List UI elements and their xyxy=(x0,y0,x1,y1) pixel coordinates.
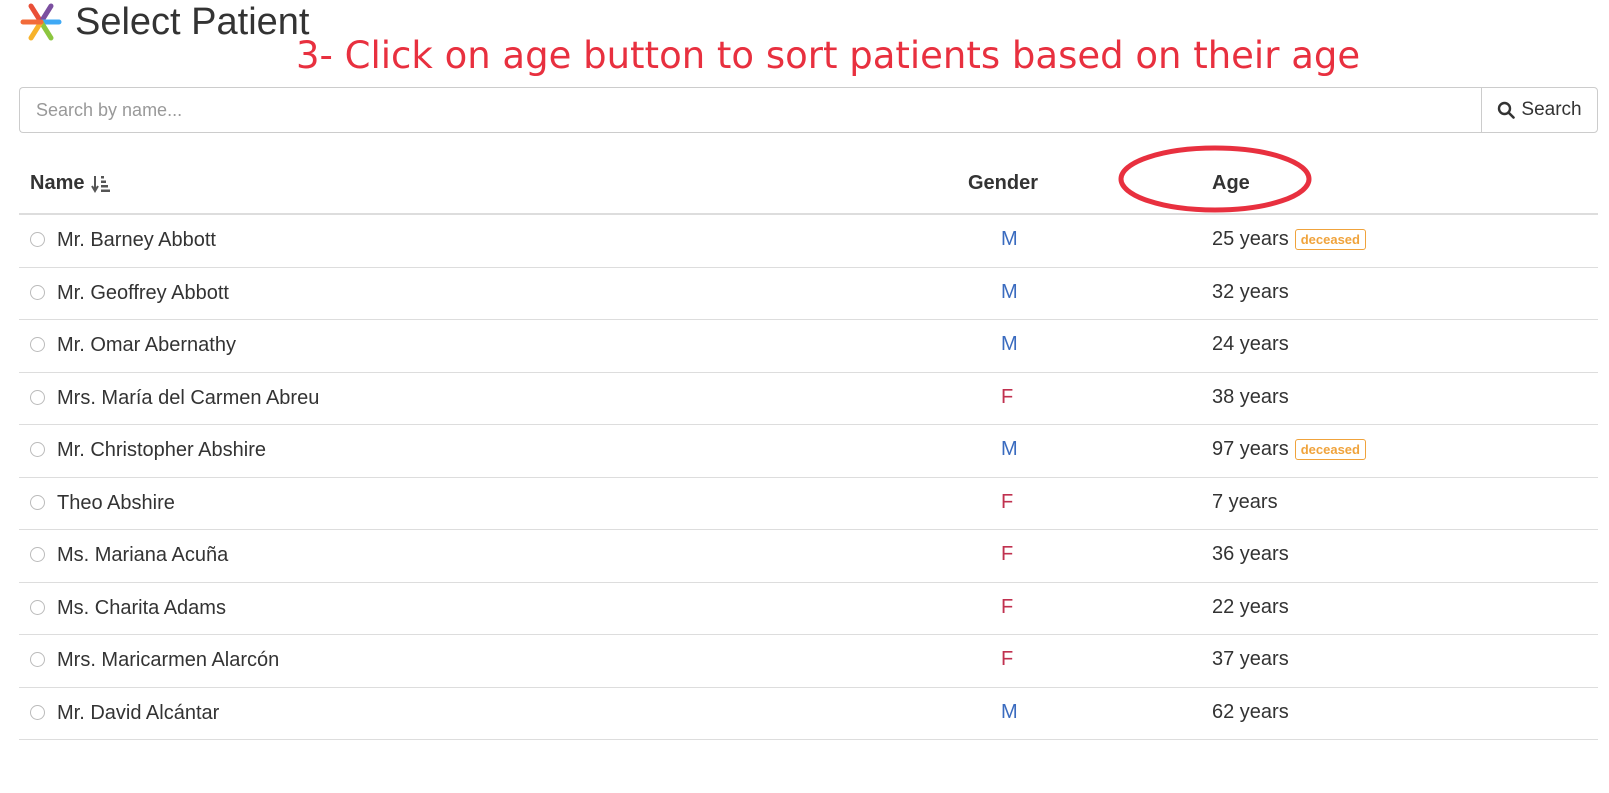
patient-gender: F xyxy=(1001,543,1014,565)
patient-name: Mrs. María del Carmen Abreu xyxy=(57,386,320,409)
patient-age: 38 years xyxy=(1212,386,1289,409)
patient-gender: F xyxy=(1001,648,1014,670)
table-row[interactable]: Theo Abshire F 7 years xyxy=(19,478,1598,530)
sort-ascending-icon xyxy=(91,175,111,193)
row-radio[interactable] xyxy=(30,494,45,510)
table-row[interactable]: Mrs. María del Carmen Abreu F 38 years xyxy=(19,373,1598,425)
star-logo-icon xyxy=(20,3,62,41)
column-header-age[interactable]: Age xyxy=(1212,172,1250,195)
patient-age-value: 97 years xyxy=(1212,438,1289,460)
table-row[interactable]: Mrs. Maricarmen Alarcón F 37 years xyxy=(19,635,1598,688)
row-radio[interactable] xyxy=(30,547,45,562)
patient-gender: F xyxy=(1001,385,1014,408)
table-row[interactable]: Ms. Mariana Acuña F 36 years xyxy=(19,530,1598,583)
table-row[interactable]: Mr. Omar Abernathy M 24 years xyxy=(19,320,1598,373)
patient-age-value: 7 years xyxy=(1212,490,1278,513)
column-header-gender[interactable]: Gender xyxy=(968,172,1038,195)
page-header: Select Patient xyxy=(19,2,309,42)
row-radio[interactable] xyxy=(30,337,45,352)
patient-gender: M xyxy=(1001,333,1018,355)
patient-name: Ms. Charita Adams xyxy=(57,596,226,619)
patient-name: Mr. Barney Abbott xyxy=(57,229,216,251)
row-radio[interactable] xyxy=(30,652,45,667)
deceased-badge: deceased xyxy=(1294,229,1366,250)
patient-age-value: 36 years xyxy=(1212,543,1289,565)
patient-gender: M xyxy=(1001,700,1018,723)
column-header-name-label: Name xyxy=(30,172,85,194)
search-button-label: Search xyxy=(1521,99,1582,120)
page-title: Select Patient xyxy=(75,1,310,43)
row-radio[interactable] xyxy=(30,599,45,615)
patient-gender: M xyxy=(1001,280,1018,303)
search-bar: Search xyxy=(19,87,1598,133)
row-radio[interactable] xyxy=(30,284,45,300)
patient-name: Mrs. Maricarmen Alarcón xyxy=(57,649,280,671)
patient-name: Theo Abshire xyxy=(57,491,175,514)
deceased-badge: deceased xyxy=(1294,439,1366,460)
patient-name: Mr. David Alcántar xyxy=(57,701,220,724)
patient-age: 37 years xyxy=(1212,648,1289,671)
patient-gender: M xyxy=(1001,438,1018,460)
row-radio[interactable] xyxy=(30,442,45,457)
patient-age-value: 22 years xyxy=(1212,595,1289,618)
patient-age: 7 years xyxy=(1212,491,1278,514)
search-input[interactable] xyxy=(19,87,1481,133)
patient-name: Ms. Mariana Acuña xyxy=(57,544,229,566)
search-button[interactable]: Search xyxy=(1481,87,1598,133)
patient-table: Name Gender Age Mr. Barney Abbott M 25 y… xyxy=(19,160,1598,740)
table-row[interactable]: Mr. Geoffrey Abbott M 32 years xyxy=(19,268,1598,320)
patient-age-value: 32 years xyxy=(1212,280,1289,303)
patient-age: 62 years xyxy=(1212,701,1289,724)
patient-age: 36 years xyxy=(1212,543,1289,566)
patient-name: Mr. Omar Abernathy xyxy=(57,334,236,356)
patient-age: 24 years xyxy=(1212,333,1289,356)
patient-age: 25 years deceased xyxy=(1212,228,1366,251)
patient-age-value: 37 years xyxy=(1212,648,1289,670)
table-row[interactable]: Mr. Christopher Abshire M 97 years deceas… xyxy=(19,425,1598,478)
column-header-name[interactable]: Name xyxy=(30,172,111,195)
patient-gender: F xyxy=(1001,595,1014,618)
table-row[interactable]: Mr. David Alcántar M 62 years xyxy=(19,688,1598,740)
table-row[interactable]: Ms. Charita Adams F 22 years xyxy=(19,583,1598,635)
instruction-annotation: 3- Click on age button to sort patients … xyxy=(296,34,1361,77)
patient-name: Mr. Geoffrey Abbott xyxy=(57,281,229,304)
table-row[interactable]: Mr. Barney Abbott M 25 years deceased xyxy=(19,215,1598,268)
table-header: Name Gender Age xyxy=(19,160,1598,215)
search-icon xyxy=(1498,101,1516,119)
patient-gender: F xyxy=(1001,490,1014,513)
patient-age-value: 25 years xyxy=(1212,228,1289,250)
row-radio[interactable] xyxy=(30,232,45,247)
patient-age-value: 38 years xyxy=(1212,385,1289,408)
patient-name: Mr. Christopher Abshire xyxy=(57,439,266,461)
patient-age: 97 years deceased xyxy=(1212,438,1366,461)
row-radio[interactable] xyxy=(30,389,45,405)
patient-age: 32 years xyxy=(1212,281,1289,304)
patient-age: 22 years xyxy=(1212,596,1289,619)
patient-age-value: 62 years xyxy=(1212,700,1289,723)
row-radio[interactable] xyxy=(30,704,45,720)
patient-age-value: 24 years xyxy=(1212,333,1289,355)
patient-gender: M xyxy=(1001,228,1018,250)
